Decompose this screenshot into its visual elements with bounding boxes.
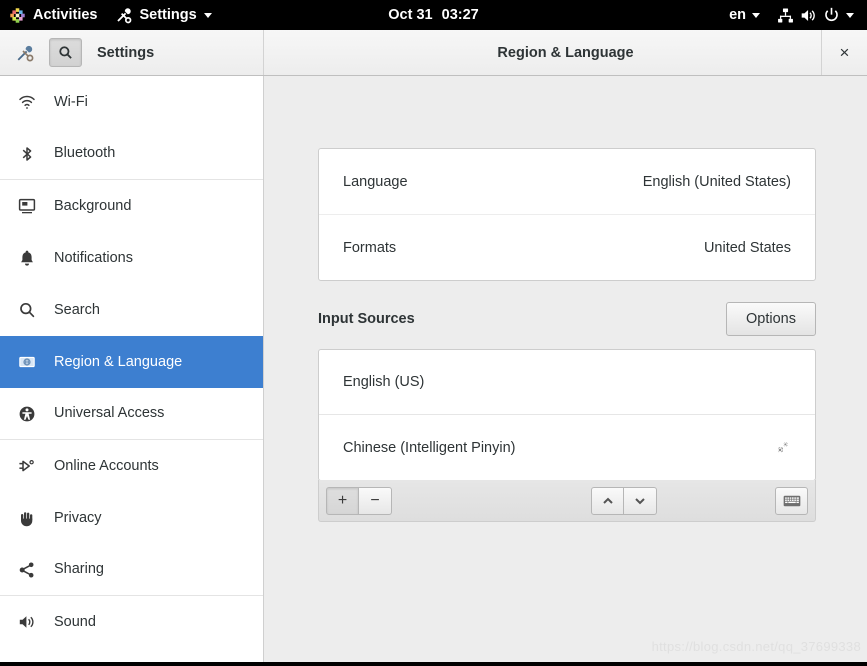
- plug-icon: [14, 455, 40, 477]
- search-toggle-button[interactable]: [49, 38, 82, 67]
- sidebar-item-bluetooth[interactable]: Bluetooth: [0, 128, 263, 180]
- sidebar-item-label: Privacy: [54, 509, 102, 526]
- settings-tools-icon: [12, 40, 38, 66]
- clock-button[interactable]: Oct 31 03:27: [388, 7, 478, 23]
- hand-icon: [14, 507, 40, 529]
- formats-label: Formats: [343, 240, 397, 256]
- page-title: Region & Language: [497, 44, 634, 61]
- input-sources-title: Input Sources: [318, 311, 415, 327]
- keyboard-layout-icon: [783, 495, 800, 506]
- sidebar-item-label: Universal Access: [54, 405, 165, 422]
- sidebar-item-label: Wi-Fi: [54, 93, 88, 110]
- chevron-down-icon: [752, 12, 760, 18]
- options-button[interactable]: Options: [726, 302, 816, 336]
- add-input-source-button[interactable]: +: [326, 486, 359, 515]
- move-down-button[interactable]: [624, 486, 657, 515]
- sidebar-item-label: Bluetooth: [54, 145, 116, 162]
- screen-bottom-edge: [0, 662, 867, 666]
- sidebar-item-label: Sound: [54, 613, 96, 630]
- chevron-down-icon: [203, 12, 212, 18]
- formats-row[interactable]: Formats United States: [319, 215, 815, 281]
- sidebar-item-wifi[interactable]: Wi-Fi: [0, 76, 263, 128]
- sidebar-item-label: Background: [54, 197, 132, 214]
- share-icon: [14, 559, 40, 581]
- input-source-label: English (US): [343, 374, 425, 390]
- region-language-icon: [14, 351, 40, 373]
- app-menu-button[interactable]: Settings: [106, 0, 220, 30]
- show-keyboard-layout-button[interactable]: [775, 486, 808, 515]
- sidebar-item-universal-access[interactable]: Universal Access: [0, 388, 263, 440]
- input-source-row[interactable]: English (US): [319, 350, 815, 415]
- input-source-label: Chinese (Intelligent Pinyin): [343, 439, 516, 456]
- sidebar-item-label: Notifications: [54, 249, 133, 266]
- top-bar-right: en: [722, 0, 861, 30]
- sidebar-item-sound[interactable]: Sound: [0, 596, 263, 648]
- language-label: Language: [343, 173, 408, 190]
- search-icon: [59, 46, 72, 59]
- close-button[interactable]: ×: [821, 30, 867, 75]
- sidebar-item-label: Online Accounts: [54, 457, 159, 474]
- language-row[interactable]: Language English (United States): [319, 149, 815, 215]
- page-title-left: Settings: [97, 44, 155, 61]
- sidebar-item-region-language[interactable]: Region & Language: [0, 336, 263, 388]
- sidebar-item-sharing[interactable]: Sharing: [0, 544, 263, 596]
- chevron-down-icon: [635, 497, 645, 504]
- add-remove-group: + −: [326, 486, 392, 515]
- region-language-panel: Language English (United States) Formats…: [265, 76, 867, 662]
- header-left-pane: Settings: [0, 30, 264, 75]
- header-right-pane: Region & Language ×: [264, 30, 867, 75]
- sidebar-item-background[interactable]: Background: [0, 180, 263, 232]
- formats-value: United States: [703, 240, 791, 256]
- wifi-icon: [14, 91, 40, 113]
- sidebar-item-search[interactable]: Search: [0, 284, 263, 336]
- activities-button[interactable]: Activities: [0, 0, 106, 30]
- sidebar-item-online-accounts[interactable]: Online Accounts: [0, 440, 263, 492]
- volume-icon: [14, 611, 40, 633]
- input-sources-list: English (US) Chinese (Intelligent Pinyin…: [318, 349, 816, 481]
- top-bar-left: Activities Settings: [0, 0, 221, 30]
- accessibility-icon: [14, 403, 40, 425]
- bell-icon: [14, 247, 40, 269]
- input-source-indicator[interactable]: en: [722, 0, 767, 30]
- gnome-top-bar: Activities Settings Oct 31 03:27 en: [0, 0, 867, 30]
- system-status-menu[interactable]: [770, 0, 861, 30]
- settings-tools-icon: [117, 7, 132, 23]
- input-source-label: en: [729, 7, 746, 23]
- app-menu-label: Settings: [139, 7, 197, 23]
- remove-input-source-button[interactable]: −: [359, 486, 392, 515]
- search-icon: [14, 299, 40, 321]
- move-up-button[interactable]: [591, 486, 624, 515]
- volume-icon: [801, 9, 815, 21]
- background-icon: [14, 195, 40, 217]
- input-sources-header: Input Sources Options: [318, 298, 816, 340]
- sidebar-item-privacy[interactable]: Privacy: [0, 492, 263, 544]
- watermark-text: https://blog.csdn.net/qq_37699338: [651, 639, 861, 654]
- settings-window: Settings Region & Language × Wi-Fi Bluet…: [0, 30, 867, 662]
- sidebar-item-label: Sharing: [54, 561, 104, 578]
- clock-date: Oct 31: [388, 7, 433, 23]
- window-header-bar: Settings Region & Language ×: [0, 30, 867, 76]
- language-value: English (United States): [642, 173, 791, 190]
- sidebar-item-label: Region & Language: [54, 353, 183, 370]
- activities-icon: [10, 7, 25, 23]
- chevron-down-icon: [846, 12, 854, 18]
- clock-time: 03:27: [441, 7, 479, 23]
- input-source-row[interactable]: Chinese (Intelligent Pinyin): [319, 415, 815, 480]
- sidebar-item-notifications[interactable]: Notifications: [0, 232, 263, 284]
- activities-label: Activities: [33, 7, 98, 23]
- chevron-up-icon: [602, 497, 613, 504]
- gear-icon[interactable]: [772, 438, 791, 457]
- language-formats-list: Language English (United States) Formats…: [318, 148, 816, 281]
- input-sources-toolbar: + −: [318, 480, 816, 522]
- bluetooth-icon: [14, 143, 40, 165]
- sidebar-item-label: Search: [54, 301, 100, 318]
- power-icon: [825, 7, 838, 21]
- move-group: [591, 486, 657, 515]
- network-wired-icon: [778, 7, 793, 23]
- settings-sidebar[interactable]: Wi-Fi Bluetooth Background Notifications…: [0, 76, 264, 662]
